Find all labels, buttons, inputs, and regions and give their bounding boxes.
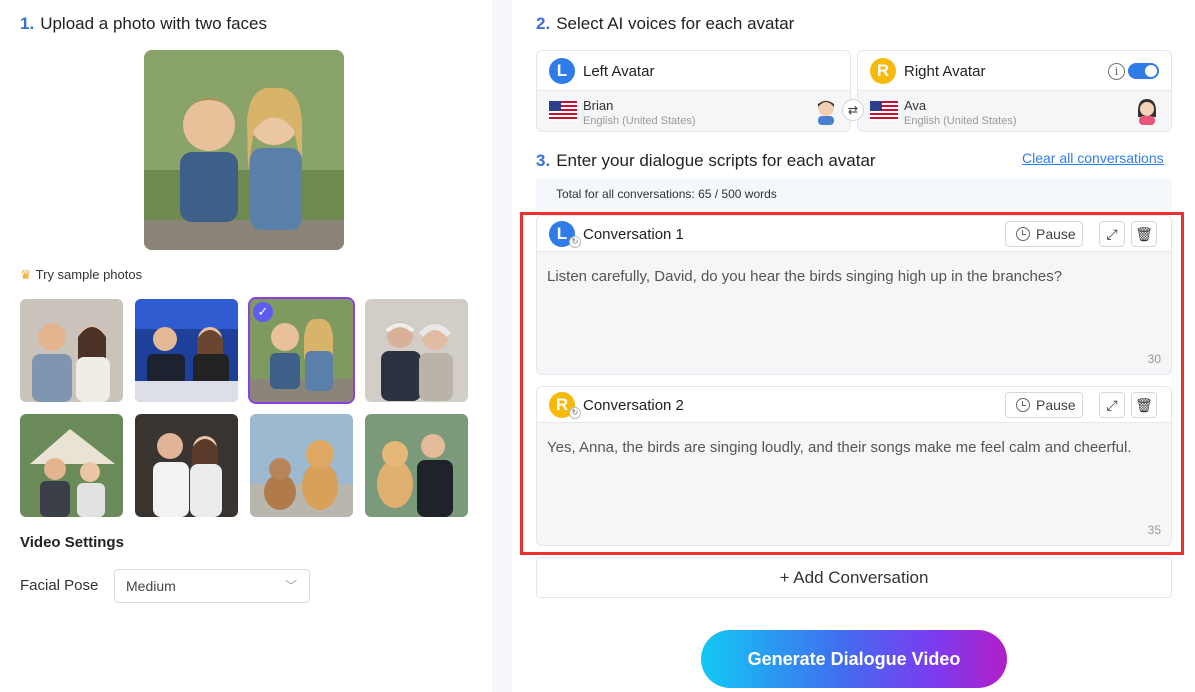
facial-pose-value: Medium: [126, 578, 176, 594]
conversation-1-count: 30: [1147, 352, 1161, 366]
swap-avatars-button[interactable]: ⇄: [842, 99, 864, 121]
facial-pose-label: Facial Pose: [20, 577, 99, 594]
sample-photo-7[interactable]: [250, 414, 353, 517]
right-avatar-card[interactable]: R Right Avatar i Ava English (United Sta…: [857, 50, 1172, 132]
sample-photo-2-image: [135, 299, 238, 402]
expand-icon: ⤢: [1106, 226, 1118, 242]
conversation-2-count: 35: [1147, 523, 1161, 537]
sample-photo-1[interactable]: [20, 299, 123, 402]
right-avatar-toggle[interactable]: [1128, 63, 1159, 79]
word-total-bar: Total for all conversations: 65 / 500 wo…: [536, 178, 1172, 210]
us-flag-icon: [549, 101, 577, 121]
uploaded-photo[interactable]: [144, 50, 344, 250]
add-conversation-button[interactable]: + Add Conversation: [536, 557, 1172, 598]
sample-photo-3[interactable]: ✓: [248, 297, 355, 404]
left-avatar-header: L Left Avatar: [537, 51, 850, 91]
step2-title: 2. Select AI voices for each avatar: [536, 14, 795, 33]
sample-photo-1-image: [20, 299, 123, 402]
right-avatar-badge: R: [870, 58, 896, 84]
conversation-1-header: L ↻ Conversation 1 Pause ⤢ 🗑: [537, 216, 1171, 252]
sample-photo-5-image: [20, 414, 123, 517]
conversation-1: L ↻ Conversation 1 Pause ⤢ 🗑 Listen care…: [536, 215, 1172, 375]
delete-button[interactable]: 🗑: [1131, 221, 1157, 247]
info-icon[interactable]: i: [1108, 63, 1125, 80]
switch-speaker-icon[interactable]: ↻: [569, 236, 581, 248]
uploaded-photo-image: [144, 50, 344, 250]
facial-pose-select[interactable]: Medium ﹀: [114, 569, 310, 603]
chevron-down-icon: ﹀: [284, 579, 297, 593]
sample-photo-6-image: [135, 414, 238, 517]
expand-button[interactable]: ⤢: [1099, 392, 1125, 418]
clock-icon: [1016, 227, 1030, 241]
sample-photo-4-image: [365, 299, 468, 402]
word-total-text: Total for all conversations: 65 / 500 wo…: [556, 187, 777, 201]
sample-photo-2[interactable]: [135, 299, 238, 402]
generate-dialogue-video-button[interactable]: Generate Dialogue Video: [701, 630, 1007, 688]
pause-button[interactable]: Pause: [1005, 221, 1083, 247]
right-avatar-header: R Right Avatar i: [858, 51, 1171, 91]
delete-button[interactable]: 🗑: [1131, 392, 1157, 418]
left-voice-language: English (United States): [583, 115, 696, 127]
left-avatar-badge: L: [549, 58, 575, 84]
sample-photo-5[interactable]: [20, 414, 123, 517]
conversation-1-text[interactable]: Listen carefully, David, do you hear the…: [547, 266, 1157, 288]
trash-icon: 🗑: [1135, 397, 1153, 413]
right-avatar-voice[interactable]: Ava English (United States): [858, 91, 1171, 131]
conversation-2-text[interactable]: Yes, Anna, the birds are singing loudly,…: [547, 437, 1157, 459]
pause-button[interactable]: Pause: [1005, 392, 1083, 418]
expand-button[interactable]: ⤢: [1099, 221, 1125, 247]
sample-photos-label: ♛ Try sample photos: [20, 267, 143, 282]
sample-photo-4[interactable]: [365, 299, 468, 402]
male-avatar-icon: [818, 100, 834, 125]
left-avatar-title: Left Avatar: [583, 63, 655, 80]
crown-icon: ♛: [20, 267, 32, 282]
sample-photo-8[interactable]: [365, 414, 468, 517]
left-panel: 1. Upload a photo with two faces ♛ Try sam…: [0, 0, 492, 692]
clear-all-conversations-link[interactable]: Clear all conversations: [1022, 150, 1164, 166]
conversation-2-title: Conversation 2: [583, 397, 684, 414]
us-flag-icon: [870, 101, 898, 121]
sample-photo-7-image: [250, 414, 353, 517]
panel-divider: [492, 0, 512, 692]
switch-speaker-icon[interactable]: ↻: [569, 407, 581, 419]
step3-title: 3. Enter your dialogue scripts for each a…: [536, 151, 876, 170]
conversation-2: R ↻ Conversation 2 Pause ⤢ 🗑 Yes, Anna, …: [536, 386, 1172, 546]
female-avatar-icon: [1138, 99, 1156, 125]
trash-icon: 🗑: [1135, 226, 1153, 242]
conversation-1-title: Conversation 1: [583, 226, 684, 243]
sample-photo-8-image: [365, 414, 468, 517]
left-avatar-card[interactable]: L Left Avatar Brian English (United Stat…: [536, 50, 851, 132]
sample-photo-6[interactable]: [135, 414, 238, 517]
step1-title: 1. Upload a photo with two faces: [20, 14, 267, 33]
right-voice-name: Ava: [904, 98, 927, 113]
left-voice-name: Brian: [583, 98, 614, 113]
expand-icon: ⤢: [1106, 397, 1118, 413]
left-avatar-voice[interactable]: Brian English (United States): [537, 91, 850, 131]
right-avatar-title: Right Avatar: [904, 63, 986, 80]
conversation-2-header: R ↻ Conversation 2 Pause ⤢ 🗑: [537, 387, 1171, 423]
right-voice-language: English (United States): [904, 115, 1017, 127]
selected-check-icon: ✓: [253, 302, 273, 322]
video-settings-title: Video Settings: [20, 534, 124, 551]
clock-icon: [1016, 398, 1030, 412]
